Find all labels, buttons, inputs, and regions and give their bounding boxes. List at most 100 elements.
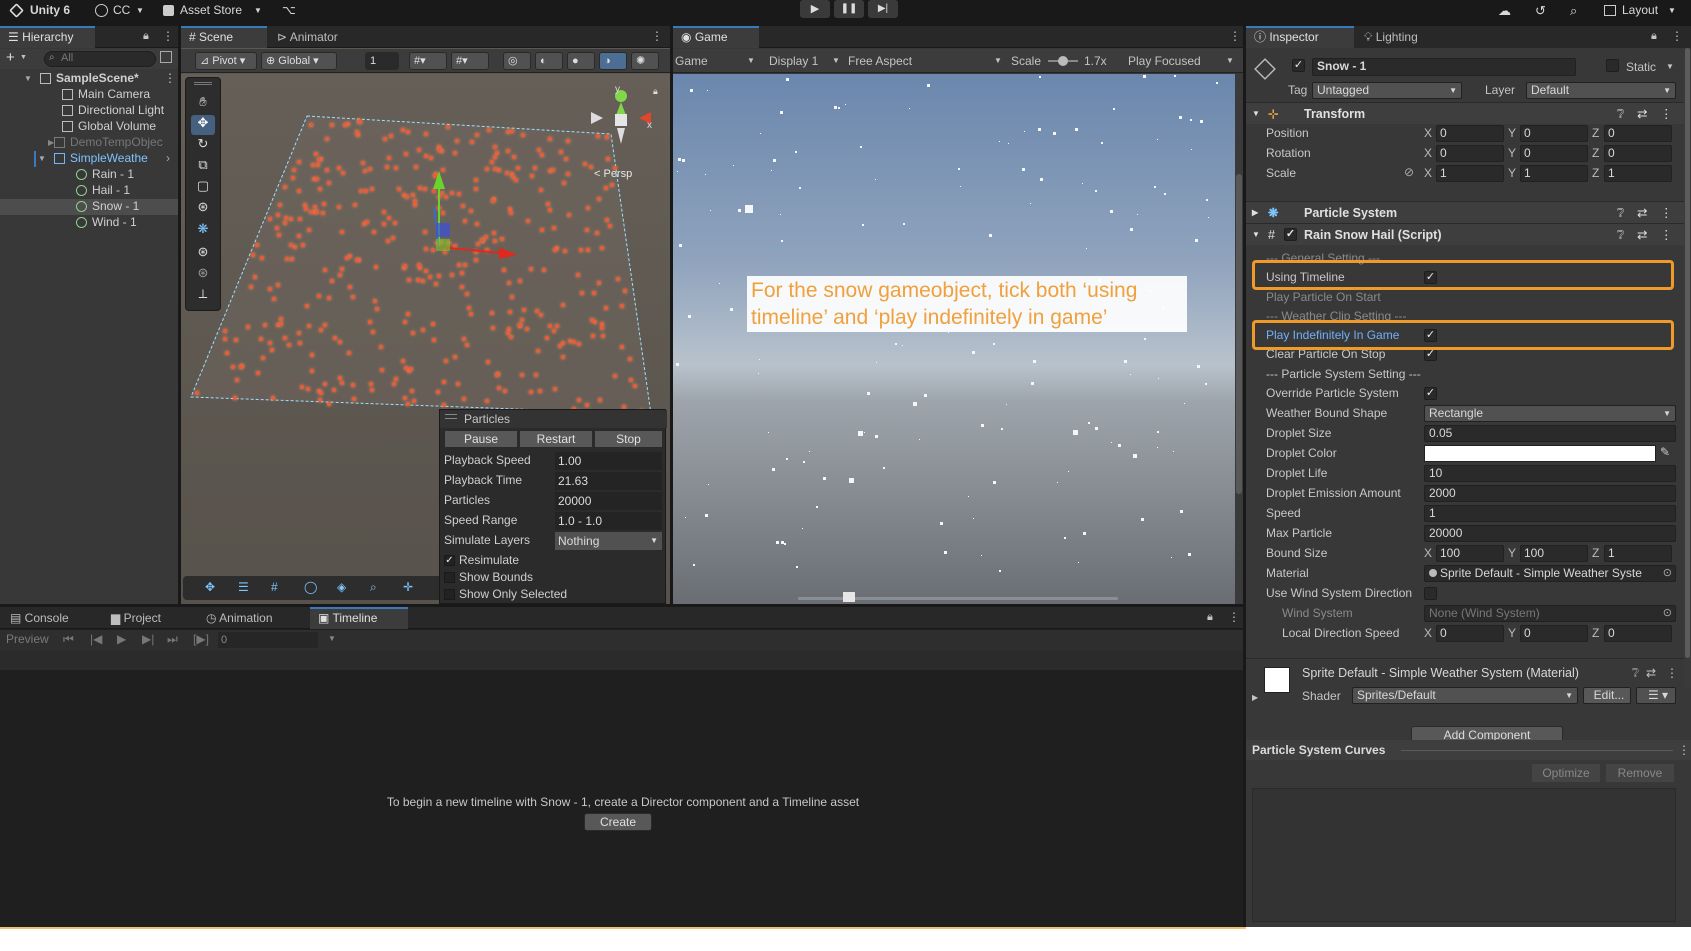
- tab-lighting[interactable]: 💡︎ Lighting: [1356, 26, 1456, 48]
- checkbox[interactable]: [1424, 587, 1437, 600]
- layer-dropdown[interactable]: Default ▼: [1526, 82, 1676, 99]
- filter-icon[interactable]: [160, 51, 172, 63]
- grid-visibility-toggle[interactable]: #▾: [451, 52, 489, 70]
- object-picker-icon[interactable]: ⊙: [1663, 566, 1672, 581]
- pivot-dropdown[interactable]: ⊿ Pivot ▾: [195, 52, 257, 70]
- help-icon[interactable]: ❔︎: [1617, 103, 1625, 125]
- chevron-down-icon[interactable]: ▼: [38, 154, 46, 163]
- transform-z-field[interactable]: 0: [1604, 145, 1672, 162]
- frame-input[interactable]: 0: [218, 632, 318, 648]
- next-frame-icon[interactable]: ▶|: [142, 632, 154, 646]
- persp-label[interactable]: < Persp: [594, 168, 632, 180]
- script-enabled-checkbox[interactable]: ✓: [1284, 228, 1297, 241]
- pivot-move-icon[interactable]: ✛: [403, 580, 413, 594]
- particles-row-field[interactable]: 20000: [555, 492, 662, 510]
- pause-particles-button[interactable]: Pause: [444, 430, 518, 448]
- kebab-menu-icon[interactable]: ⋮: [1229, 29, 1241, 43]
- chevron-down-icon[interactable]: ▼: [328, 634, 336, 643]
- custom-tool-icon[interactable]: ⊛: [191, 244, 215, 264]
- transform-tool-icon[interactable]: ⊛: [191, 199, 215, 219]
- tab-animation[interactable]: ◷ Animation: [198, 607, 310, 629]
- hierarchy-item[interactable]: Main Camera: [0, 87, 178, 103]
- move-icon[interactable]: ✥: [205, 580, 215, 594]
- particles-row-field[interactable]: Nothing ▼: [555, 532, 662, 550]
- value-field[interactable]: 20000: [1424, 525, 1676, 542]
- field-row-droplet-color[interactable]: Droplet Color ✎: [1246, 444, 1684, 463]
- tab-game[interactable]: ◉ Game: [673, 26, 759, 48]
- play-icon[interactable]: ▶: [117, 632, 126, 646]
- field-row-use-wind[interactable]: Use Wind System Direction: [1246, 584, 1684, 603]
- play-button[interactable]: ▶: [800, 0, 830, 18]
- shader-dropdown[interactable]: Sprites/Default ▼: [1352, 687, 1578, 704]
- step-button[interactable]: ▶|: [868, 0, 898, 18]
- draw-mode-wireframe-icon[interactable]: ◎: [503, 52, 531, 70]
- field-row-droplet-emission[interactable]: Droplet Emission Amount 2000: [1246, 484, 1684, 503]
- transform-header[interactable]: ▼ ⊹ Transform ❔︎ ⇄ ⋮: [1246, 102, 1684, 124]
- display-dropdown[interactable]: Display 1: [769, 54, 818, 68]
- transform-x-field[interactable]: 1: [1436, 165, 1504, 182]
- field-row-local-direction-speed[interactable]: Local Direction Speed X 0 Y 0 Z 0: [1246, 624, 1684, 643]
- hierarchy-item[interactable]: Rain - 1: [0, 167, 178, 183]
- hierarchy-item[interactable]: ▼ SampleScene* ⋮: [0, 71, 178, 87]
- history-icon[interactable]: ↺: [1535, 3, 1546, 19]
- lock-icon[interactable]: 🔒︎: [143, 30, 149, 43]
- field-row-droplet-life[interactable]: Droplet Life 10: [1246, 464, 1684, 483]
- chevron-right-icon[interactable]: ›: [166, 151, 170, 165]
- align-icon[interactable]: ☰: [238, 580, 249, 594]
- axis-field[interactable]: 100: [1520, 545, 1588, 562]
- game-mode-dropdown[interactable]: Game: [675, 54, 708, 68]
- draw-mode-shaded-icon[interactable]: ◐: [535, 52, 563, 70]
- transform-z-field[interactable]: 0: [1604, 125, 1672, 142]
- chevron-right-icon[interactable]: ▶: [1252, 693, 1258, 702]
- aspect-dropdown[interactable]: Free Aspect: [848, 54, 912, 68]
- transform-z-field[interactable]: 1: [1604, 165, 1672, 182]
- add-icon[interactable]: +: [6, 49, 15, 66]
- scale-tool-icon[interactable]: ⧉: [191, 157, 215, 177]
- inspector-scrollbar[interactable]: [1684, 48, 1691, 688]
- shader-edit-button[interactable]: Edit...: [1583, 687, 1631, 704]
- previous-frame-icon[interactable]: |◀: [90, 632, 102, 646]
- tab-console[interactable]: ▤ Console: [2, 607, 102, 629]
- value-field[interactable]: 0.05: [1424, 425, 1676, 442]
- kebab-menu-icon[interactable]: ⋮: [164, 71, 176, 85]
- scale-slider[interactable]: [1048, 56, 1078, 66]
- field-row-speed[interactable]: Speed 1: [1246, 504, 1684, 523]
- chevron-down-icon[interactable]: ▼: [1666, 62, 1674, 71]
- hierarchy-item[interactable]: ▶ DemoTempObjec: [0, 135, 178, 151]
- axis-field[interactable]: 1: [1604, 545, 1672, 562]
- asset-store-menu[interactable]: Asset Store: [180, 3, 242, 17]
- link-icon[interactable]: ⊘: [1404, 165, 1414, 179]
- static-checkbox[interactable]: [1606, 59, 1619, 72]
- hierarchy-search-input[interactable]: ⌕ All: [44, 51, 156, 67]
- curves-area[interactable]: [1252, 788, 1676, 922]
- last-frame-icon[interactable]: ⏭: [167, 632, 178, 647]
- transform-x-field[interactable]: 0: [1436, 145, 1504, 162]
- account-icon[interactable]: [95, 4, 108, 17]
- preset-icon[interactable]: ⇄: [1646, 666, 1656, 680]
- dropdown[interactable]: Rectangle ▼: [1424, 405, 1676, 422]
- search-icon[interactable]: ⌕: [1570, 3, 1577, 19]
- field-row-wind-system[interactable]: Wind System None (Wind System) ⊙: [1246, 604, 1684, 623]
- move-tool-icon[interactable]: ✥: [191, 115, 215, 135]
- drag-handle[interactable]: [194, 82, 212, 85]
- hierarchy-item[interactable]: Snow - 1: [0, 199, 178, 215]
- tab-animator[interactable]: ⊳ Animator: [269, 26, 355, 48]
- grid-snap-toggle[interactable]: #▾: [409, 52, 447, 70]
- create-timeline-button[interactable]: Create: [584, 813, 652, 831]
- kebab-menu-icon[interactable]: ⋮: [1678, 743, 1690, 757]
- hierarchy-item[interactable]: Global Volume: [0, 119, 178, 135]
- hierarchy-item[interactable]: Wind - 1: [0, 215, 178, 231]
- global-dropdown[interactable]: ⊕ Global ▾: [261, 52, 337, 70]
- hand-tool-icon[interactable]: ✋︎: [191, 94, 215, 114]
- stop-particles-button[interactable]: Stop: [594, 430, 663, 448]
- hierarchy-item[interactable]: Hail - 1: [0, 183, 178, 199]
- move-gizmo[interactable]: [421, 159, 541, 299]
- hierarchy-item[interactable]: ▼ SimpleWeathe ›: [0, 151, 178, 167]
- lighting-toggle-icon[interactable]: ◑: [599, 52, 627, 70]
- grid-icon[interactable]: #: [271, 580, 278, 594]
- tab-timeline[interactable]: ▣ Timeline: [310, 607, 408, 629]
- transform-y-field[interactable]: 0: [1520, 145, 1588, 162]
- active-checkbox[interactable]: ✓: [1292, 59, 1305, 72]
- curves-optimize-button[interactable]: Optimize: [1532, 764, 1600, 782]
- grid-snap-input[interactable]: 1: [365, 52, 399, 70]
